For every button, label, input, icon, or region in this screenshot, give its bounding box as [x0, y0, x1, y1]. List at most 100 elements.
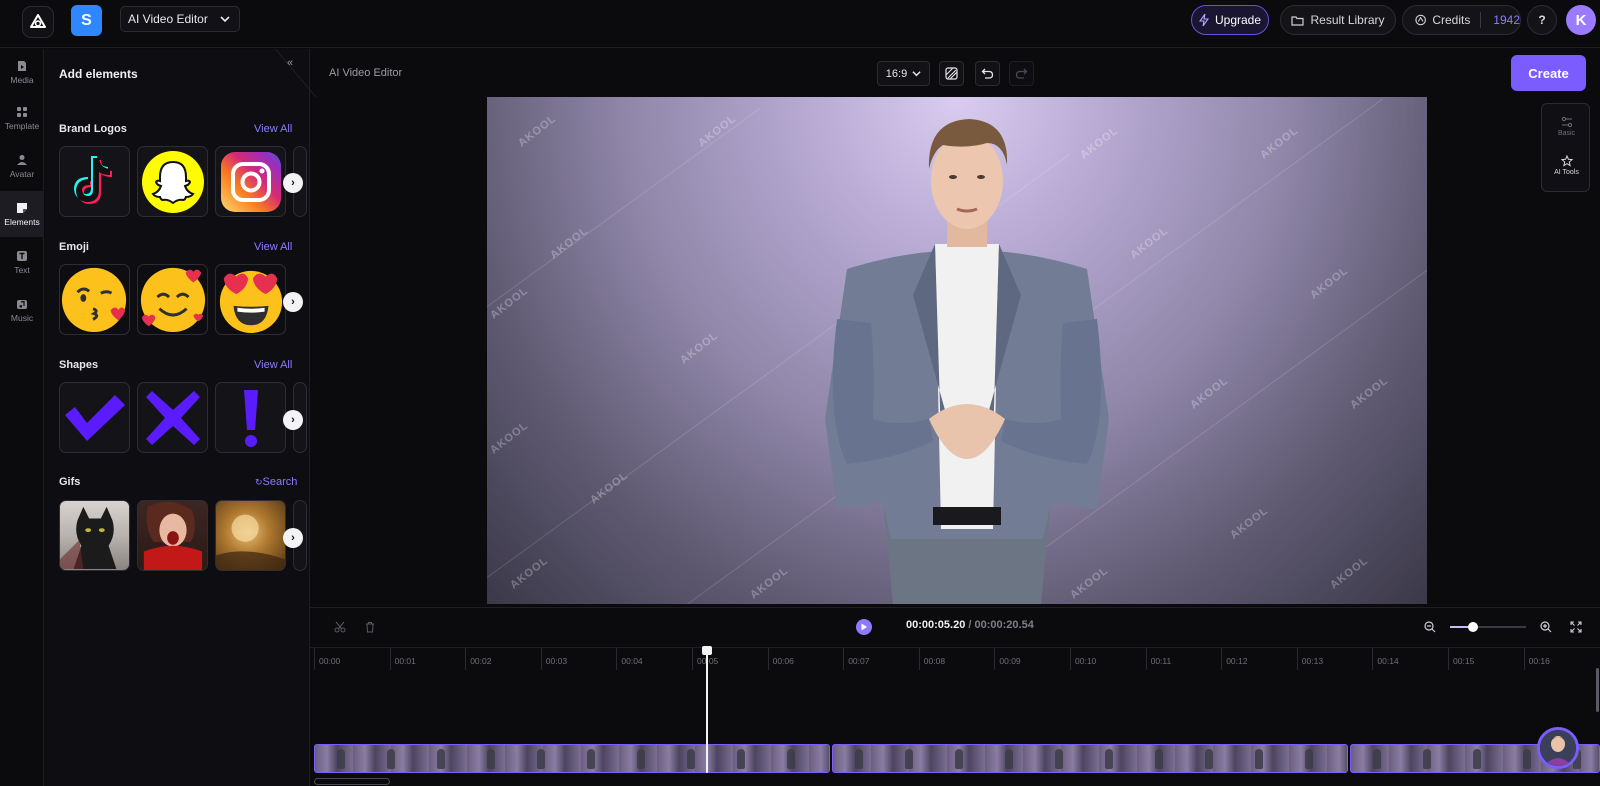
credits-button[interactable]: Credits 1942 [1402, 5, 1521, 35]
rail-item-music[interactable]: Music [0, 287, 44, 333]
result-library-button[interactable]: Result Library [1280, 5, 1396, 35]
rail-label-text: Text [14, 264, 30, 275]
video-clip-2[interactable] [832, 744, 1348, 773]
timeline-tick: 00:16 [1523, 648, 1550, 670]
clip-thumbnail-figure [1373, 749, 1381, 769]
upgrade-button[interactable]: Upgrade [1191, 5, 1269, 35]
chevron-down-icon [220, 16, 230, 23]
tiktok-logo-tile[interactable] [59, 146, 130, 217]
instagram-logo-tile[interactable] [215, 146, 286, 217]
clip-thumbnail-figure [1205, 749, 1213, 769]
snapchat-logo-tile[interactable] [137, 146, 208, 217]
timeline-tick: 00:09 [994, 648, 1021, 670]
timeline-scrollbar[interactable] [314, 778, 390, 785]
video-clip-1[interactable] [314, 744, 830, 773]
undo-icon [981, 68, 994, 79]
kissing-face-emoji-tile[interactable] [59, 264, 130, 335]
shapes-next-button[interactable]: › [283, 410, 303, 430]
shapes-view-all-link[interactable]: View All [254, 359, 292, 371]
aspect-ratio-dropdown[interactable]: 16:9 [877, 61, 930, 86]
logo-icon [30, 14, 46, 28]
redo-icon [1015, 68, 1028, 79]
avatar-icon [17, 154, 27, 165]
project-selector[interactable]: AI Video Editor [120, 6, 240, 32]
clip-thumbnail-figure [637, 749, 645, 769]
play-button[interactable] [856, 619, 872, 635]
fullscreen-icon[interactable] [1570, 621, 1582, 633]
section-title-gifs: Gifs [59, 476, 81, 488]
zoom-slider[interactable] [1450, 622, 1526, 632]
rail-item-elements[interactable]: Elements [0, 191, 44, 237]
redo-button[interactable] [1009, 61, 1034, 86]
watermark-text: AKOOL [1328, 554, 1371, 592]
user-avatar[interactable]: K [1566, 5, 1596, 35]
project-name: AI Video Editor [128, 12, 208, 26]
watermark-text: AKOOL [1348, 374, 1391, 412]
rail-item-text[interactable]: Text [0, 239, 44, 285]
brand-logos-next-button[interactable]: › [283, 173, 303, 193]
smiling-face-with-hearts-emoji-tile[interactable] [137, 264, 208, 335]
zoom-slider-handle[interactable] [1467, 622, 1478, 632]
brand-logos-view-all-link[interactable]: View All [254, 123, 292, 135]
gifs-search-link[interactable]: ↻Search [255, 476, 297, 488]
chevron-right-icon: › [291, 532, 295, 544]
timeline-vertical-scrollbar[interactable] [1596, 668, 1599, 712]
background-pattern-button[interactable] [939, 61, 964, 86]
tiktok-logo-icon [73, 155, 112, 204]
clip-thumbnail-figure [1423, 749, 1431, 769]
clip-thumbnail-figure [1005, 749, 1013, 769]
gifs-next-button[interactable]: › [283, 528, 303, 548]
assistant-avatar-button[interactable] [1537, 727, 1579, 769]
collapse-panel-button[interactable]: « [287, 57, 293, 69]
playhead[interactable] [706, 648, 708, 773]
watermark-text: AKOOL [1258, 124, 1301, 162]
player-controls: 00:00:05.20 / 00:00:20.54 [310, 607, 1600, 647]
basic-tool-button[interactable]: Basic [1542, 116, 1591, 137]
emoji-next-button[interactable]: › [283, 292, 303, 312]
heart-eyes-emoji-tile[interactable] [215, 264, 286, 335]
zoom-in-icon[interactable] [1540, 621, 1552, 633]
clip-thumbnail-figure [1473, 749, 1481, 769]
timeline-ruler[interactable]: 00:0000:0100:0200:0300:0400:0500:0600:07… [310, 647, 1600, 670]
gifs-search-label: Search [262, 476, 298, 488]
refresh-icon: ↻ [255, 477, 263, 487]
watermark-text: AKOOL [1188, 374, 1231, 412]
timeline-tick: 00:02 [465, 648, 491, 670]
cross-shape-tile[interactable] [137, 382, 208, 453]
scissors-icon[interactable] [334, 621, 346, 633]
media-icon [18, 60, 26, 71]
exclamation-shape-tile[interactable] [215, 382, 286, 453]
credits-value: 1942 [1493, 13, 1520, 27]
credits-label: Credits [1432, 13, 1471, 27]
trash-icon[interactable] [364, 621, 376, 633]
timeline-tick: 00:13 [1296, 648, 1323, 670]
check-mark-shape-tile[interactable] [59, 382, 130, 453]
ai-tools-button[interactable]: AI Tools [1542, 155, 1591, 176]
watermark-text: AKOOL [508, 554, 551, 592]
emoji-view-all-link[interactable]: View All [254, 241, 292, 253]
clip-thumbnail-figure [337, 749, 345, 769]
rail-item-media[interactable]: Media [0, 49, 44, 95]
workspace-badge[interactable]: S [71, 5, 102, 36]
watermark-text: AKOOL [1308, 264, 1351, 302]
watermark-text: AKOOL [1228, 504, 1271, 542]
timeline-tick: 00:12 [1221, 648, 1247, 670]
rail-item-template[interactable]: Template [0, 95, 44, 141]
create-button[interactable]: Create [1511, 55, 1586, 91]
time-separator: / [965, 619, 975, 631]
black-cat-gif-tile[interactable] [59, 500, 130, 571]
akool-logo[interactable] [22, 6, 54, 38]
zoom-out-icon[interactable] [1424, 621, 1436, 633]
clip-thumbnail-figure [487, 749, 495, 769]
help-button[interactable]: ? [1527, 5, 1557, 35]
aspect-ratio-value: 16:9 [885, 67, 908, 80]
undo-button[interactable] [975, 61, 1000, 86]
golden-scene-gif-thumbnail [216, 514, 285, 570]
smiling-face-with-hearts-emoji-icon [140, 267, 206, 333]
golden-scene-gif-tile[interactable] [215, 500, 286, 571]
result-library-label: Result Library [1310, 13, 1385, 27]
screaming-woman-gif-tile[interactable] [137, 500, 208, 571]
rail-item-avatar[interactable]: Avatar [0, 143, 44, 189]
video-canvas[interactable]: AKOOL AKOOL AKOOL AKOOL AKOOL AKOOL AKOO… [487, 97, 1427, 604]
double-chevron-left-icon: « [287, 57, 294, 69]
